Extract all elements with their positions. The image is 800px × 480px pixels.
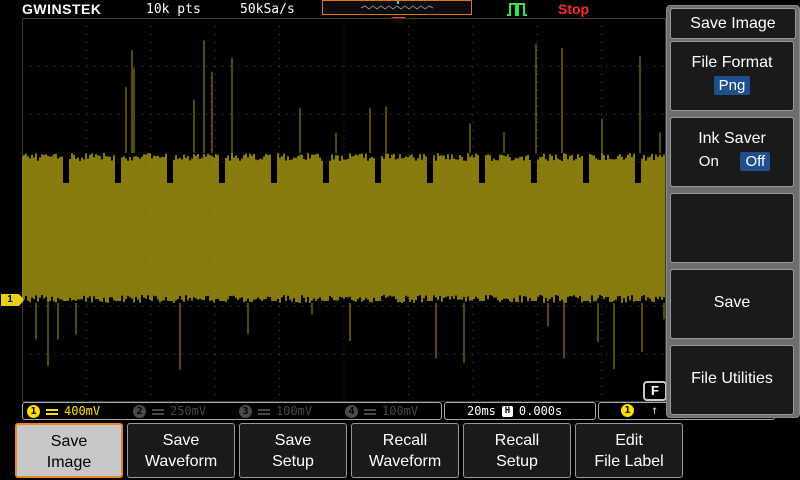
edit-file-label-line1: Edit bbox=[615, 432, 643, 449]
save-waveform-tab[interactable]: Save Waveform bbox=[127, 423, 235, 478]
file-format-label: File Format bbox=[691, 54, 773, 71]
channel-1-scale: 400mV bbox=[64, 404, 101, 418]
record-length: 10k pts bbox=[146, 2, 201, 17]
channel-2-scale: 250mV bbox=[170, 404, 207, 418]
file-utilities-label: File Utilities bbox=[691, 370, 773, 387]
save-waveform-line2: Waveform bbox=[144, 453, 218, 470]
save-label: Save bbox=[713, 294, 751, 311]
empty-soft-key[interactable] bbox=[670, 193, 794, 263]
recall-setup-tab[interactable]: Recall Setup bbox=[463, 423, 571, 478]
file-format-button[interactable]: File Format Png bbox=[670, 41, 794, 111]
run-state-indicator[interactable]: Stop bbox=[558, 1, 589, 17]
channel-2-number: 2 bbox=[133, 405, 146, 418]
horizontal-position: 0.000s bbox=[518, 404, 563, 418]
recall-waveform-line2: Waveform bbox=[368, 453, 442, 470]
timebase-readout: 20ms H 0.000s bbox=[467, 403, 562, 419]
ink-saver-button[interactable]: Ink Saver On Off bbox=[670, 117, 794, 187]
save-image-line1: Save bbox=[50, 433, 88, 450]
recall-waveform-line1: Recall bbox=[382, 432, 428, 449]
save-button[interactable]: Save bbox=[670, 269, 794, 339]
timebase-status[interactable]: 20ms H 0.000s bbox=[444, 402, 596, 420]
channel-3-status[interactable]: 3 100mV bbox=[239, 403, 312, 419]
save-setup-line2: Setup bbox=[272, 453, 314, 470]
recall-waveform-tab[interactable]: Recall Waveform bbox=[351, 423, 459, 478]
channel-1-number: 1 bbox=[27, 405, 40, 418]
waveform-display bbox=[22, 18, 666, 402]
sample-rate: 50kSa/s bbox=[240, 2, 295, 17]
ink-saver-off-option: Off bbox=[740, 152, 771, 171]
recall-setup-line2: Setup bbox=[496, 453, 538, 470]
dc-coupling-icon bbox=[152, 408, 164, 415]
trigger-edge-type-icon bbox=[507, 3, 527, 16]
channel-4-number: 4 bbox=[345, 405, 358, 418]
function-indicator-badge: F bbox=[643, 381, 667, 401]
memory-overview-bar bbox=[322, 0, 472, 15]
channel-2-status[interactable]: 2 250mV bbox=[133, 403, 206, 419]
dc-coupling-icon bbox=[258, 408, 270, 415]
recall-setup-line1: Recall bbox=[494, 432, 540, 449]
memory-overview-waveform bbox=[360, 1, 434, 10]
horizontal-position-icon: H bbox=[501, 406, 513, 417]
side-menu-title: Save Image bbox=[670, 8, 796, 39]
dc-coupling-icon bbox=[46, 408, 58, 415]
save-image-tab[interactable]: Save Image bbox=[15, 423, 123, 478]
timebase-scale: 20ms bbox=[467, 404, 496, 418]
save-image-line2: Image bbox=[46, 454, 92, 471]
ink-saver-on-option: On bbox=[698, 153, 719, 170]
channel-3-number: 3 bbox=[239, 405, 252, 418]
trigger-source-badge: 1 bbox=[621, 404, 634, 417]
brand-logo: GWINSTEK bbox=[22, 1, 102, 17]
dc-coupling-icon bbox=[364, 408, 376, 415]
channel-status-bar: 1 400mV 2 250mV 3 100mV 4 100mV bbox=[22, 402, 442, 420]
channel-1-status[interactable]: 1 400mV bbox=[27, 403, 100, 419]
save-setup-tab[interactable]: Save Setup bbox=[239, 423, 347, 478]
ink-saver-label: Ink Saver bbox=[698, 130, 766, 147]
edit-file-label-line2: File Label bbox=[594, 453, 664, 470]
channel-4-status[interactable]: 4 100mV bbox=[345, 403, 418, 419]
side-menu: Save Image File Format Png Ink Saver On … bbox=[666, 5, 800, 418]
rising-edge-icon: ↑ bbox=[651, 403, 659, 417]
file-format-value: Png bbox=[713, 76, 751, 95]
channel-4-scale: 100mV bbox=[382, 404, 419, 418]
save-setup-line1: Save bbox=[274, 432, 312, 449]
edit-file-label-tab[interactable]: Edit File Label bbox=[575, 423, 683, 478]
ink-saver-toggle: On Off bbox=[671, 152, 793, 171]
save-waveform-line1: Save bbox=[162, 432, 200, 449]
channel-1-ground-marker[interactable]: 1 bbox=[1, 294, 24, 306]
channel-3-scale: 100mV bbox=[276, 404, 313, 418]
channel-1-trace bbox=[22, 40, 665, 370]
file-utilities-button[interactable]: File Utilities bbox=[670, 345, 794, 415]
